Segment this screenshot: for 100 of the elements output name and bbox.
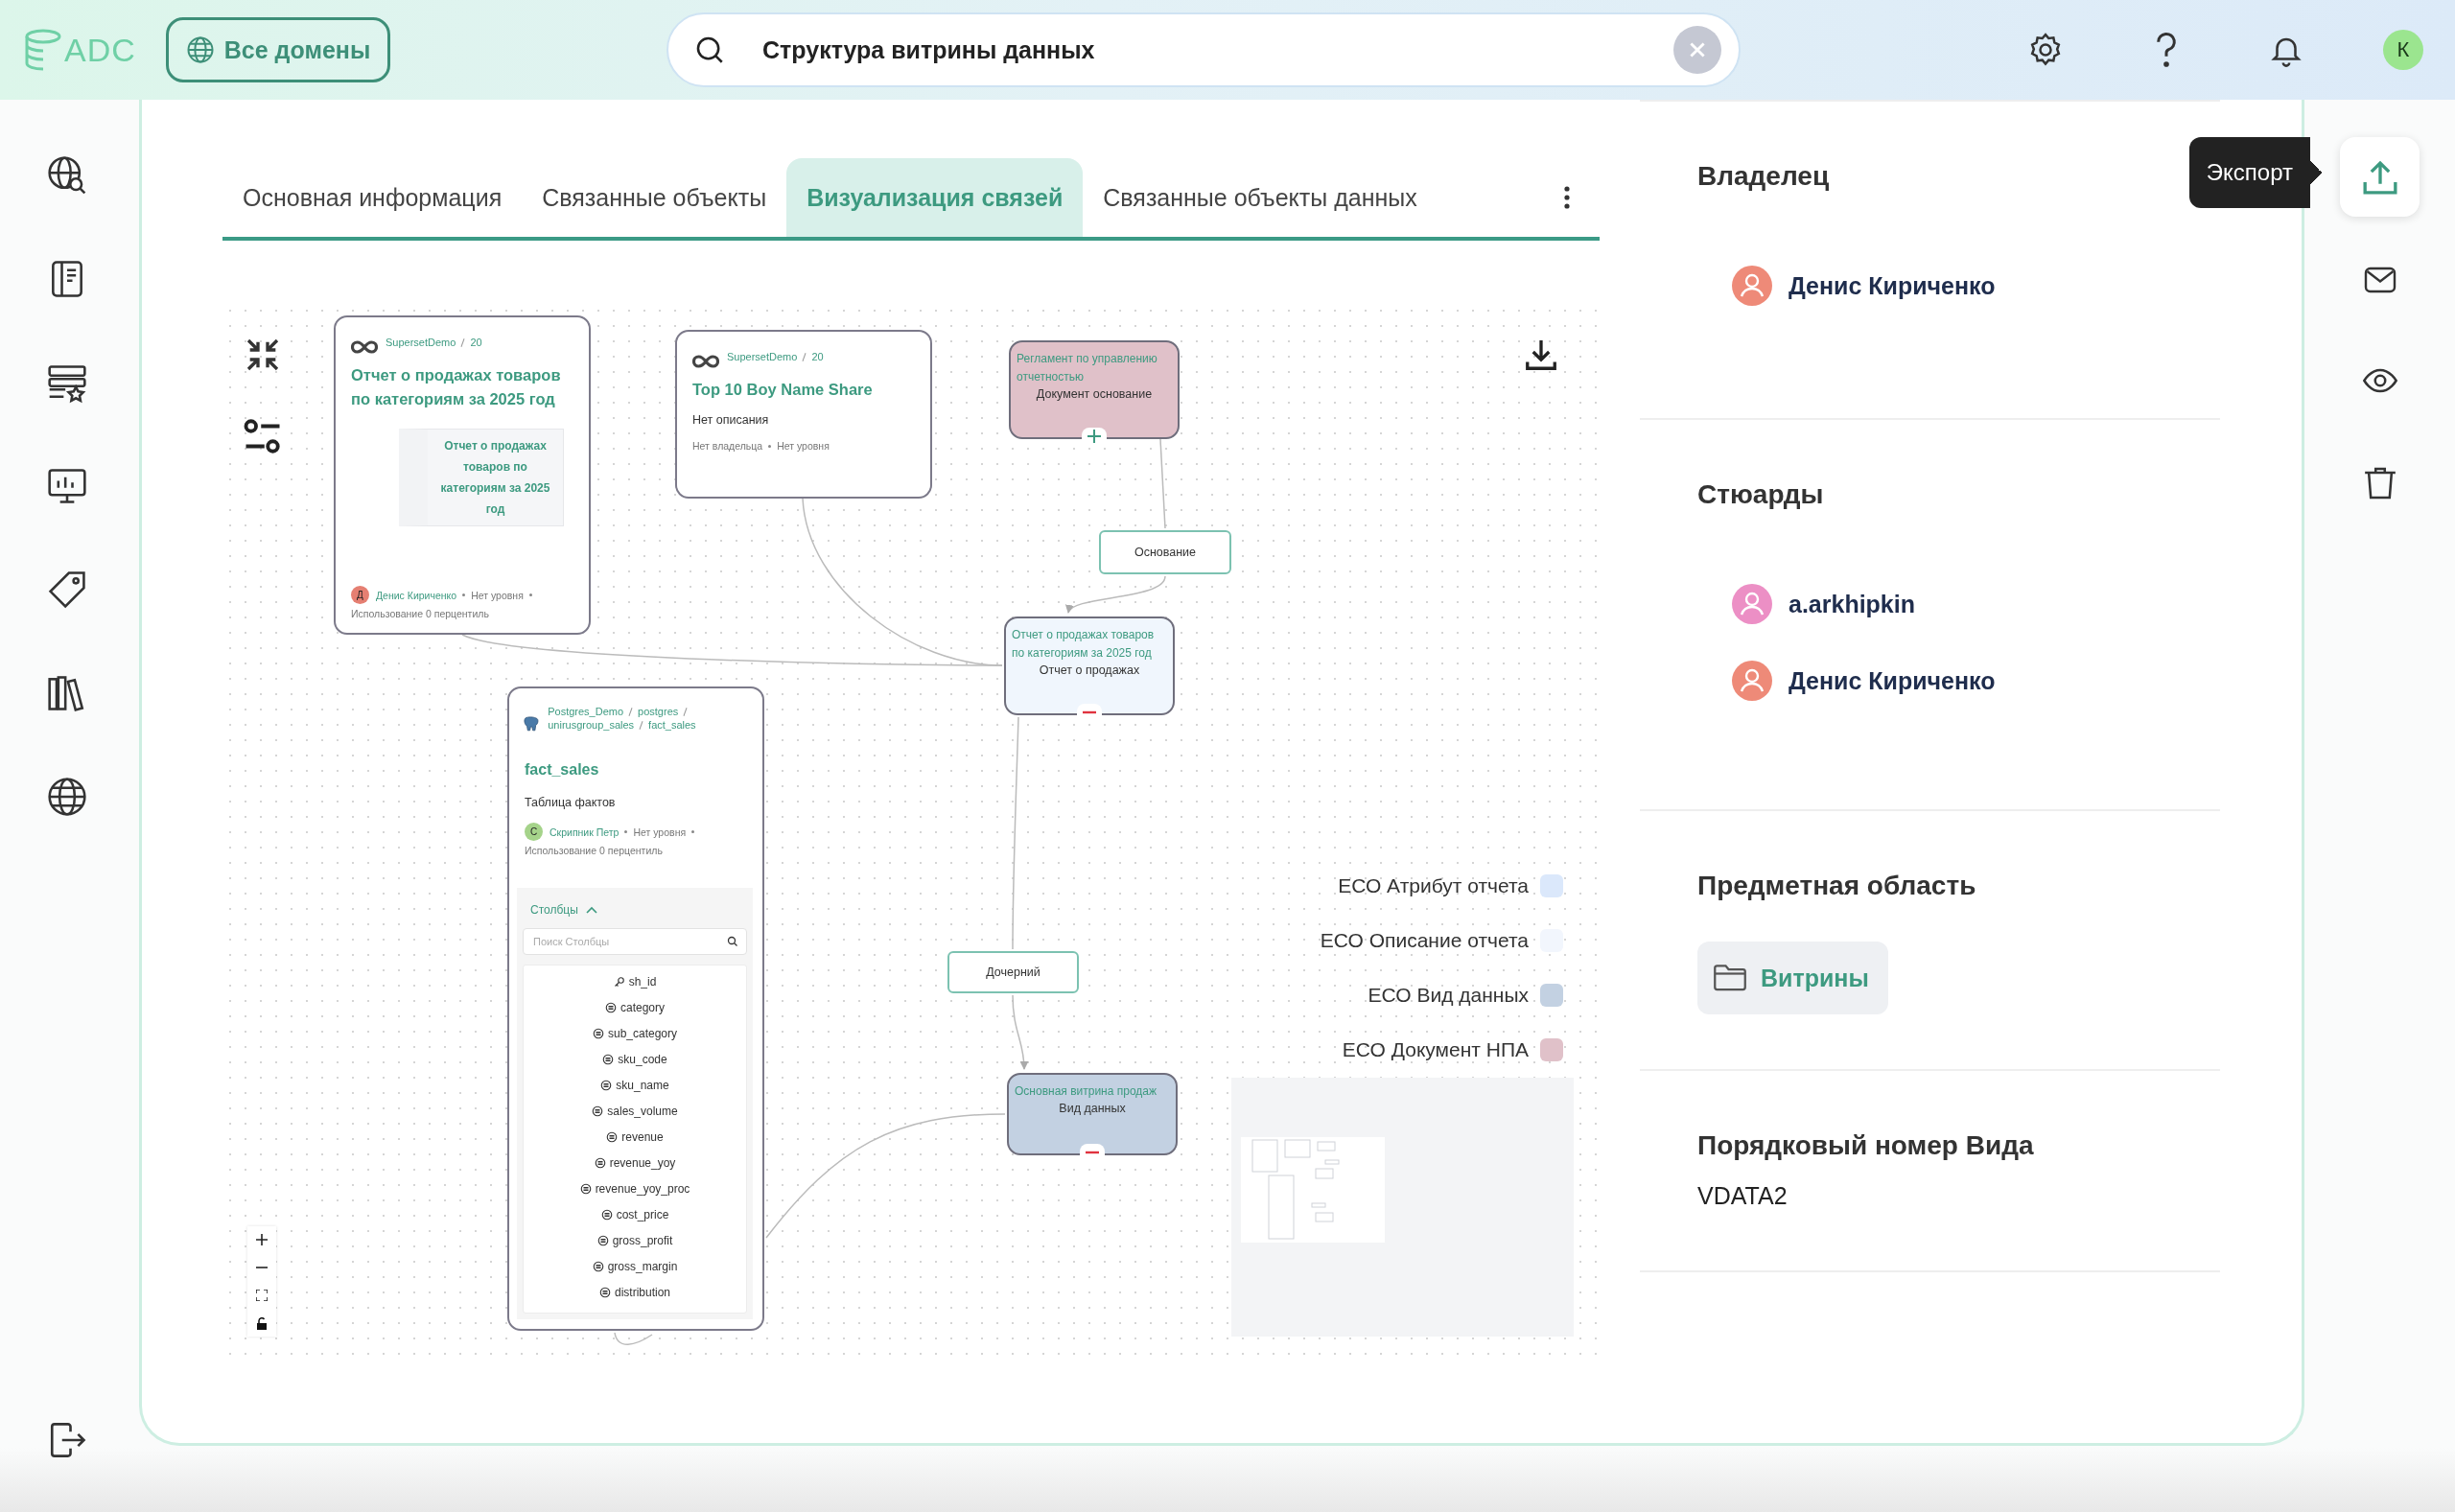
column-name: cost_price [616, 1207, 669, 1221]
section-heading: Предметная область [1697, 871, 1977, 901]
breadcrumb-link[interactable]: 20 [811, 351, 824, 362]
section-heading: Стюарды [1697, 479, 1825, 510]
card-description: Нет описания [692, 413, 770, 427]
node-title[interactable]: Основная витрина продаж [1015, 1082, 1170, 1101]
meta-text: Нет владельца [692, 440, 763, 452]
preview-text: Отчет о продажах товаров по категориям за 2025 год [439, 438, 551, 518]
legend-label: ЕСО Описание отчета [1320, 929, 1529, 952]
close-icon [1687, 39, 1708, 60]
card-title[interactable]: fact_sales [525, 761, 753, 779]
column-name: sub_category [607, 1026, 677, 1040]
search-icon [727, 936, 738, 947]
avatar: Д [351, 586, 369, 604]
breadcrumb-link[interactable]: 20 [470, 337, 482, 348]
connector-line [614, 1332, 653, 1345]
legend-label: ЕСО Вид данных [1368, 984, 1529, 1007]
node-title[interactable]: Регламент по управлению отчетностью [1017, 350, 1172, 386]
search-bar[interactable]: Структура витрины данных [666, 12, 1741, 87]
column-type-icon [594, 1156, 606, 1169]
report-card[interactable]: SupersetDemo 20 Отчет о продажах товаров по категориям за 2025 год Отчет о продажах товаров по категориям за 2025 год Д Денис Кириченко Нет уровня Использование 0 перцентиль [334, 315, 591, 635]
column-type-icon [600, 1208, 613, 1221]
tooltip: Экспорт [2188, 137, 2322, 208]
column-type-icon [592, 1105, 604, 1117]
domains-button[interactable]: Все домены [166, 17, 390, 82]
report-card[interactable]: SupersetDemo 20 Top 10 Boy Name Share Нет описания Нет владельца Нет уровня [675, 330, 932, 499]
column-name: sales_volume [607, 1104, 678, 1118]
meta-text: Нет уровня [633, 826, 687, 838]
breadcrumb-link[interactable]: Postgres_Demo [548, 706, 624, 717]
column-type-icon [605, 1001, 617, 1013]
zoom-in-button[interactable] [247, 1226, 276, 1253]
column-type-icon [592, 1260, 604, 1272]
column-type-icon [602, 1053, 615, 1065]
globe-search-icon[interactable] [45, 154, 88, 197]
field-value: VDATA2 [1697, 1182, 1789, 1210]
tab[interactable]: Связанные объекты [522, 158, 787, 237]
node-title[interactable]: Отчет о продажах товаров по категориям за 2025 год [1012, 626, 1167, 663]
breadcrumb-link[interactable]: SupersetDemo [386, 337, 456, 348]
column-name: sku_code [618, 1052, 667, 1066]
tab[interactable]: Основная информация [222, 158, 523, 237]
column-type-icon [596, 1234, 609, 1246]
infinity-icon [692, 355, 719, 368]
column-search-input[interactable]: Поиск Столбцы [531, 935, 727, 948]
folder-icon [1713, 964, 1747, 992]
owner-link[interactable]: Скрипник Петр [549, 826, 620, 838]
breadcrumb-link[interactable]: SupersetDemo [727, 351, 798, 362]
node-type: Документ основание [1036, 387, 1153, 401]
column-name: gross_margin [607, 1259, 678, 1273]
logo-text: ADC [64, 31, 136, 69]
meta-text: Нет уровня [777, 440, 830, 452]
relation-label: Основание [1099, 530, 1231, 574]
filter-icon[interactable] [243, 416, 283, 456]
corners-icon [256, 1290, 268, 1301]
legend-label: ЕСО Документ НПА [1342, 1038, 1529, 1061]
card-title[interactable]: Top 10 Boy Name Share [692, 378, 917, 402]
lock-icon [256, 1316, 268, 1330]
column-type-icon [606, 1130, 619, 1143]
column-name: category [620, 1000, 665, 1014]
owner-link[interactable]: Денис Кириченко [376, 589, 457, 601]
breadcrumb-link[interactable]: unirusgroup_sales [548, 719, 635, 731]
column-name: gross_profit [612, 1233, 673, 1247]
card-title[interactable]: Отчет о продажах товаров по категориям за 2025 год [351, 363, 575, 411]
card-description: Таблица фактов [525, 796, 617, 809]
tab[interactable]: Визуализация связей [786, 158, 1084, 237]
legend-label: ЕСО Атрибут отчета [1338, 874, 1529, 897]
export-button[interactable] [2340, 137, 2420, 217]
meta-text: Использование 0 перцентиль [525, 845, 663, 856]
expand-button[interactable] [1082, 428, 1107, 445]
globe-icon[interactable] [45, 776, 88, 818]
person-link[interactable]: Денис Кириченко [1789, 271, 1996, 300]
column-name: revenue_yoy_proc [595, 1181, 690, 1196]
breadcrumb-link[interactable]: postgres [638, 706, 679, 717]
user-avatar[interactable]: К [2383, 30, 2423, 70]
search-input[interactable]: Структура витрины данных [760, 35, 1673, 65]
table-card[interactable] [507, 686, 764, 1331]
columns-toggle[interactable]: Столбцы [530, 903, 597, 917]
column-name: sh_id [628, 974, 657, 989]
column-type-icon [600, 1079, 613, 1091]
column-type-icon [599, 1286, 611, 1298]
node-type: Отчет о продажах [1039, 663, 1140, 677]
lock-button[interactable] [247, 1310, 276, 1337]
relation-label: Дочерний [947, 951, 1079, 993]
plus-icon [1087, 429, 1102, 444]
column-type-icon [592, 1027, 604, 1039]
breadcrumb-link[interactable]: fact_sales [648, 719, 696, 731]
column-name: sku_name [616, 1078, 669, 1092]
domain-chip[interactable]: Витрины [1697, 942, 1888, 1014]
person-link[interactable]: a.arkhipkin [1789, 590, 1915, 618]
person-link[interactable]: Денис Кириченко [1789, 666, 1996, 695]
download-icon[interactable] [1524, 337, 1558, 372]
column-search-bar[interactable]: Поиск Столбцы [523, 928, 747, 955]
more-icon[interactable] [1563, 185, 1571, 210]
logo-icon [24, 29, 62, 71]
plus-icon [256, 1234, 268, 1245]
key-icon [613, 975, 625, 988]
column-name: revenue [621, 1129, 664, 1144]
infinity-icon [351, 340, 378, 354]
column-type-icon [579, 1182, 592, 1195]
column-name: distribution [615, 1285, 670, 1299]
tab[interactable]: Связанные объекты данных [1083, 158, 1438, 237]
